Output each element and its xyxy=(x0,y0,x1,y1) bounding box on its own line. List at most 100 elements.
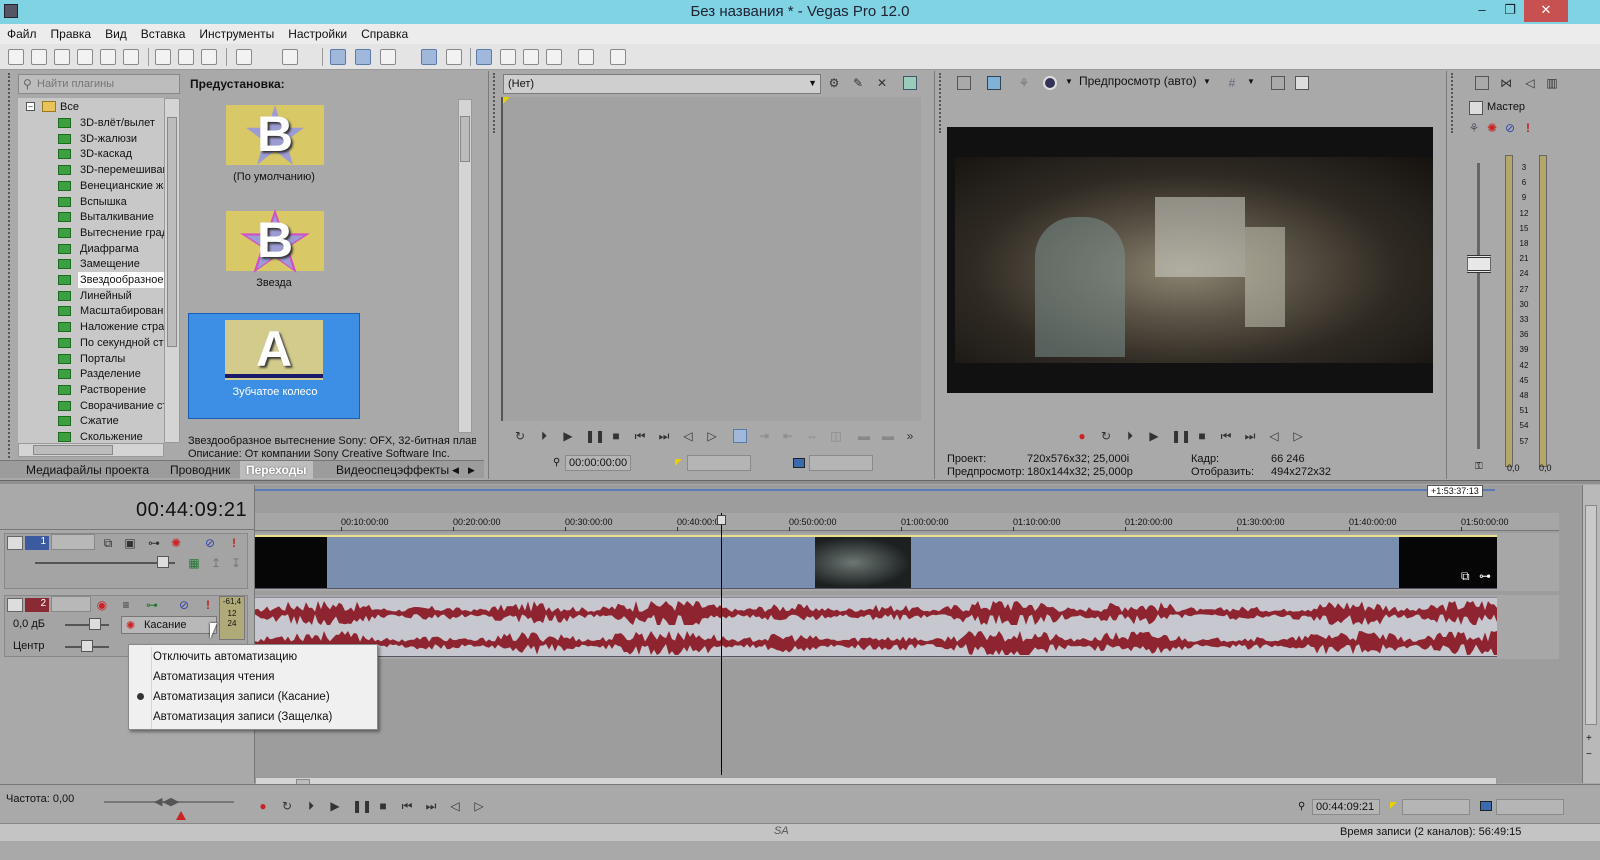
trimmer-timecode[interactable]: 00:00:00:00 xyxy=(565,455,631,471)
trimmer-source-dropdown[interactable]: (Нет) ▼ xyxy=(503,74,821,94)
audio-event[interactable] xyxy=(255,597,1497,657)
master-solo-icon[interactable]: ! xyxy=(1521,121,1535,135)
timeline-timecode[interactable]: 00:44:09:21 xyxy=(136,499,247,522)
paste-icon[interactable] xyxy=(201,49,217,65)
tab-explorer[interactable]: Проводник xyxy=(170,461,230,479)
zoom-tool-icon[interactable] xyxy=(546,49,562,65)
master-properties-icon[interactable] xyxy=(1475,76,1489,90)
cut-icon[interactable] xyxy=(155,49,171,65)
solo-icon[interactable]: ! xyxy=(201,598,215,612)
track-name-field[interactable] xyxy=(51,596,91,612)
pan-slider-handle[interactable] xyxy=(81,640,93,652)
tab-video-fx[interactable]: Видеоспецэффекты xyxy=(336,461,449,479)
preset-default[interactable]: B (По умолчанию) xyxy=(186,95,362,195)
chevron-down-icon[interactable]: ▼ xyxy=(1065,77,1073,86)
go-to-end-icon[interactable]: ⏭ xyxy=(1243,429,1257,443)
prev-frame-icon[interactable]: ◁ xyxy=(1267,429,1281,443)
playhead[interactable] xyxy=(721,513,722,775)
play-from-start-icon[interactable]: ⏵ xyxy=(1123,429,1137,443)
play-from-start-icon[interactable]: ⏵ xyxy=(537,429,551,443)
go-to-start-icon[interactable]: ⏮ xyxy=(1219,429,1233,443)
play-icon[interactable]: ▶ xyxy=(561,429,575,443)
trimmer-display[interactable] xyxy=(501,97,921,421)
go-to-start-icon[interactable]: ⏮ xyxy=(400,799,414,813)
video-track-header[interactable]: 1 ⧉ ▣ ⊶ ✺ ⊘ ! ▦ ↥ ↧ xyxy=(4,533,248,589)
playhead-handle[interactable] xyxy=(717,515,726,525)
minimize-button[interactable]: – xyxy=(1468,0,1496,22)
expand-icon[interactable]: ▦ xyxy=(187,556,201,570)
zoom-in-icon[interactable]: + xyxy=(1586,733,1592,744)
ripple-edit-icon[interactable] xyxy=(380,49,396,65)
rate-handle-icon[interactable]: ◀◀▶ xyxy=(154,795,179,808)
audio-track-lane[interactable] xyxy=(255,595,1559,659)
add-to-timeline-icon[interactable]: ⇥ xyxy=(757,429,771,443)
zoom-out-icon[interactable]: − xyxy=(1586,749,1592,760)
redo-icon[interactable] xyxy=(282,49,298,65)
event-fx-icon[interactable]: ⊶ xyxy=(1479,569,1491,583)
search-input[interactable] xyxy=(37,76,177,92)
preset-vscrollbar[interactable] xyxy=(458,99,472,433)
chevron-down-icon[interactable]: ▼ xyxy=(1247,77,1255,86)
menu-item-write-touch[interactable]: Автоматизация записи (Касание) xyxy=(129,687,377,707)
dock-handle[interactable] xyxy=(939,73,945,133)
save-snapshot-icon[interactable] xyxy=(1295,76,1309,90)
stop-icon[interactable]: ■ xyxy=(1195,429,1209,443)
menu-item-read-automation[interactable]: Автоматизация чтения xyxy=(129,667,377,687)
track-menu-icon[interactable] xyxy=(7,598,23,612)
loop-icon[interactable]: ↻ xyxy=(513,429,527,443)
go-to-end-icon[interactable]: ⏭ xyxy=(657,429,671,443)
mark-in-icon[interactable]: ▬ xyxy=(857,429,871,443)
solo-icon[interactable]: ! xyxy=(227,536,241,550)
loop-icon[interactable]: ↻ xyxy=(1099,429,1113,443)
tabs-scroll-left-icon[interactable]: ◀ xyxy=(452,461,459,479)
track-name-field[interactable] xyxy=(51,534,95,550)
normal-edit-tool-icon[interactable] xyxy=(476,49,492,65)
menu-options[interactable]: Настройки xyxy=(281,24,354,44)
trimmer-edit-icon[interactable]: ✎ xyxy=(851,76,865,90)
tab-project-media[interactable]: Медиафайлы проекта xyxy=(26,461,149,479)
preset-star[interactable]: B Звезда xyxy=(186,203,362,303)
collapse-icon[interactable]: – xyxy=(26,102,35,111)
play-from-start-icon[interactable]: ⏵ xyxy=(304,799,318,813)
menu-item-disable-automation[interactable]: Отключить автоматизацию xyxy=(129,647,377,667)
dim-output-icon[interactable]: ◁ xyxy=(1523,76,1537,90)
cursor-position-field[interactable]: 00:44:09:21 xyxy=(1312,799,1380,815)
preset-cogwheel[interactable]: A Зубчатое колесо xyxy=(188,313,360,419)
master-gear-icon[interactable]: ✺ xyxy=(1485,121,1499,135)
open-icon[interactable] xyxy=(31,49,47,65)
loop-region-bar[interactable] xyxy=(255,489,1495,491)
external-monitor-icon[interactable] xyxy=(987,76,1001,90)
selection-start-field[interactable] xyxy=(1402,799,1470,815)
parent-icon[interactable]: ↥ xyxy=(209,556,223,570)
go-to-start-icon[interactable]: ⏮ xyxy=(633,429,647,443)
fit-icon[interactable]: ⇔ xyxy=(805,429,819,443)
mute-icon[interactable]: ⊘ xyxy=(203,536,217,550)
trimmer-monitor-icon[interactable] xyxy=(903,76,917,90)
docking-splitter[interactable] xyxy=(0,480,1600,484)
event-pan-crop-icon[interactable]: ⧉ xyxy=(1461,569,1470,584)
lock-envelopes-icon[interactable] xyxy=(421,49,437,65)
next-frame-icon[interactable]: ▷ xyxy=(1291,429,1305,443)
timeline-vscrollbar[interactable]: + − xyxy=(1582,485,1600,783)
menu-help[interactable]: Справка xyxy=(354,24,415,44)
downmix-icon[interactable]: ⋈ xyxy=(1499,76,1513,90)
child-icon[interactable]: ↧ xyxy=(229,556,243,570)
mute-icon[interactable]: ⊘ xyxy=(177,598,191,612)
time-ruler[interactable]: 00:10:00:00 00:20:00:00 00:30:00:00 00:40:0… xyxy=(255,513,1559,531)
video-track-lane[interactable]: ⧉ ⊶ xyxy=(255,533,1559,591)
stop-icon[interactable]: ■ xyxy=(609,429,623,443)
level-slider[interactable] xyxy=(35,562,175,564)
preview-display[interactable] xyxy=(947,127,1433,393)
menu-insert[interactable]: Вставка xyxy=(134,24,193,44)
dock-handle[interactable] xyxy=(493,73,499,133)
record-icon[interactable]: ● xyxy=(256,799,270,813)
envelope-tool-icon[interactable] xyxy=(500,49,516,65)
dock-handle[interactable] xyxy=(8,73,16,473)
add-to-timeline-start-icon[interactable]: ⇤ xyxy=(781,429,795,443)
preview-properties-icon[interactable] xyxy=(957,76,971,90)
chevron-down-icon[interactable]: ▼ xyxy=(1203,77,1211,86)
record-icon[interactable]: ● xyxy=(1075,429,1089,443)
maximize-button[interactable]: ❐ xyxy=(1496,0,1524,22)
play-icon[interactable]: ▶ xyxy=(328,799,342,813)
ignore-grouping-icon[interactable] xyxy=(446,49,462,65)
